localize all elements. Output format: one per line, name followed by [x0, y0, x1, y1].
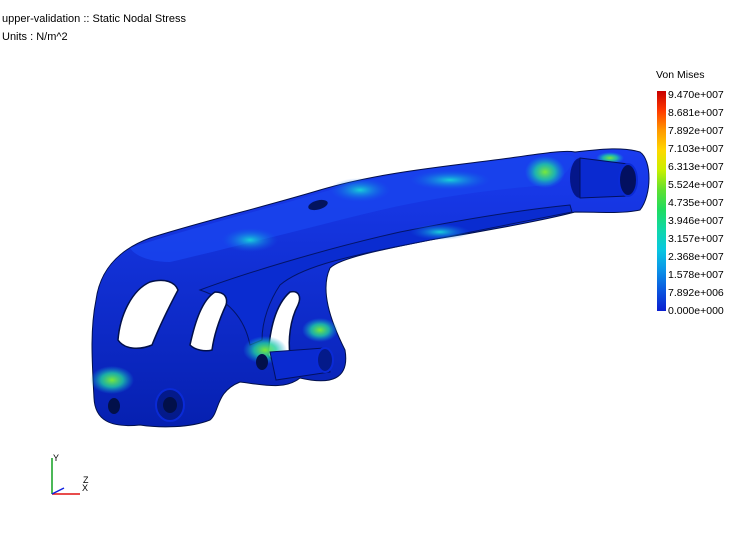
- stress-hotspot: [330, 178, 390, 202]
- legend-color-bar: [657, 91, 666, 311]
- legend-label: 8.681e+007: [668, 107, 724, 119]
- legend-title: Von Mises: [656, 69, 705, 81]
- stress-hotspot: [525, 156, 565, 188]
- stress-hotspot: [302, 318, 338, 342]
- coordinate-triad-icon: Y Z X: [44, 452, 94, 502]
- stress-hotspot: [410, 224, 470, 240]
- legend-label: 3.946e+007: [668, 215, 724, 227]
- stress-hotspot: [222, 228, 278, 252]
- right-pin: [570, 157, 638, 199]
- legend-label: 6.313e+007: [668, 161, 724, 173]
- legend-label: 7.103e+007: [668, 143, 724, 155]
- z-axis-line: [51, 487, 65, 495]
- legend-labels: 9.470e+007 8.681e+007 7.892e+007 7.103e+…: [668, 86, 732, 320]
- legend-label: 2.368e+007: [668, 251, 724, 263]
- legend-label: 9.470e+007: [668, 89, 724, 101]
- legend-label: 7.892e+006: [668, 287, 724, 299]
- bracket-model[interactable]: [90, 148, 650, 428]
- legend-label: 7.892e+007: [668, 125, 724, 137]
- legend-label: 3.157e+007: [668, 233, 724, 245]
- legend-label: 1.578e+007: [668, 269, 724, 281]
- legend-label: 0.000e+000: [668, 305, 724, 317]
- x-axis-label: X: [82, 483, 89, 493]
- stress-hotspot: [90, 366, 134, 394]
- y-axis-label: Y: [53, 453, 60, 463]
- stress-hotspot: [410, 170, 490, 190]
- legend-label: 4.735e+007: [668, 197, 724, 209]
- legend-label: 5.524e+007: [668, 179, 724, 191]
- model-viewport[interactable]: [0, 0, 734, 542]
